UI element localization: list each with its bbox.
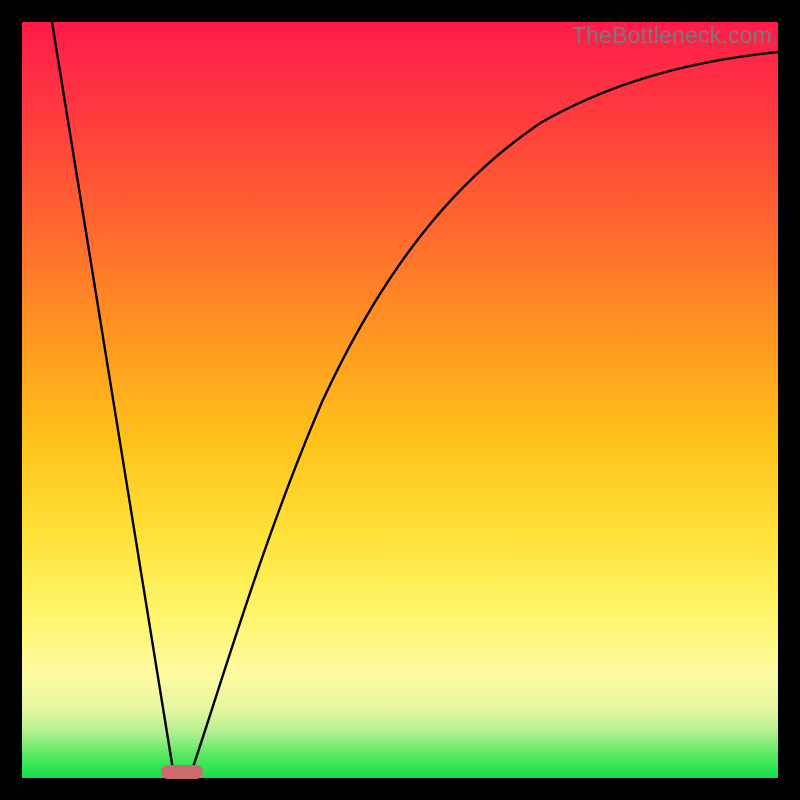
optimal-marker — [161, 765, 203, 779]
bottleneck-curve — [22, 22, 778, 778]
chart-plot-area: TheBottleneck.com — [22, 22, 778, 778]
chart-frame: TheBottleneck.com — [0, 0, 800, 800]
curve-path — [52, 22, 778, 776]
